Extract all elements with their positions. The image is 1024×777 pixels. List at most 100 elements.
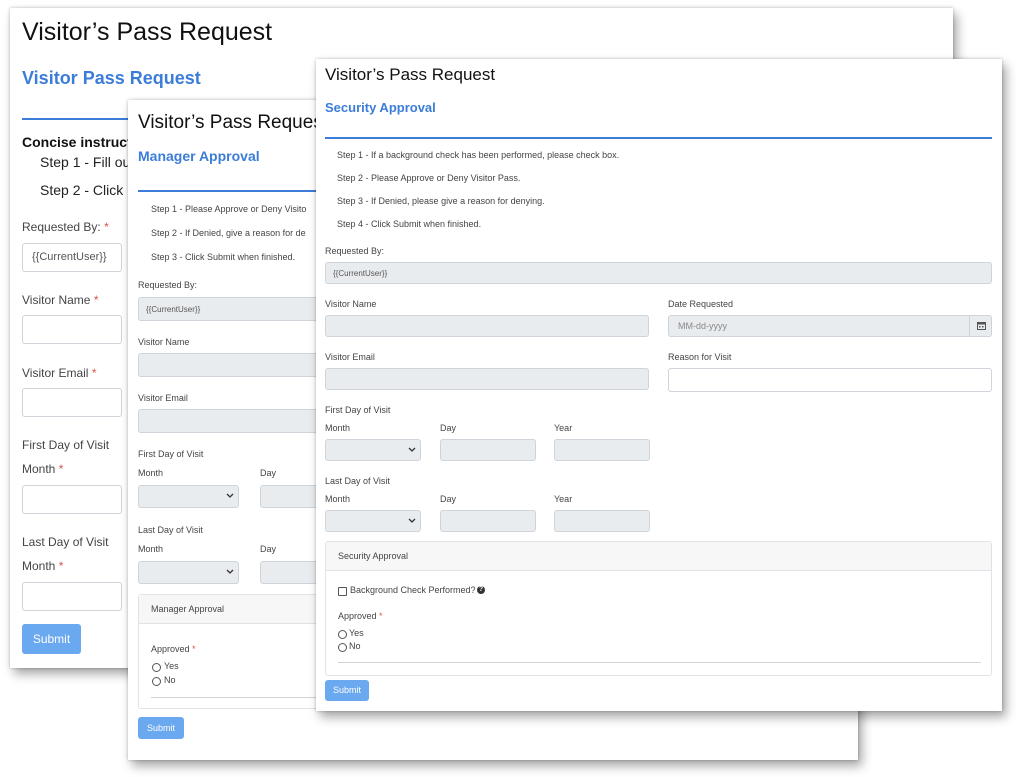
approved-yes-label: Yes (164, 661, 179, 671)
required-marker: * (93, 293, 99, 307)
page-title: Visitor’s Pass Request (325, 65, 496, 84)
last-month-label: Month (138, 544, 164, 554)
first-month-label: Month (138, 468, 164, 478)
approved-no-radio[interactable] (338, 643, 347, 652)
first-month-label: Month * (22, 462, 64, 476)
instruction-step-3: Step 3 - Click Submit when finished. (151, 252, 296, 262)
last-year-input[interactable] (554, 510, 650, 532)
panel-header (326, 542, 991, 571)
instruction-step-1: Step 1 - If a background check has been … (337, 150, 620, 160)
last-day-input[interactable] (440, 510, 536, 532)
visitor-email-input[interactable] (22, 388, 122, 417)
requested-by-value: {{CurrentUser}} (333, 269, 388, 278)
visitor-email-label: Visitor Email * (22, 366, 97, 380)
requested-by-value: {{CurrentUser}} (32, 251, 107, 263)
first-day-label: First Day of Visit (325, 405, 391, 415)
approved-no-label: No (349, 641, 361, 651)
required-marker: * (58, 462, 64, 476)
approved-label: Approved * (338, 611, 383, 621)
approved-label: Approved * (151, 644, 196, 654)
reason-for-visit-label: Reason for Visit (668, 352, 732, 362)
first-day-input[interactable] (260, 485, 320, 508)
required-marker: * (91, 366, 97, 380)
visitor-name-label: Visitor Name * (22, 293, 99, 307)
instruction-step-3: Step 3 - If Denied, please give a reason… (337, 196, 545, 206)
approved-yes-label: Yes (349, 628, 364, 638)
chevron-down-icon (226, 569, 234, 574)
first-year-input[interactable] (554, 439, 650, 461)
subtitle-divider (325, 137, 992, 139)
panel-divider (151, 697, 339, 698)
instruction-step-2: Step 2 - Click (40, 182, 124, 198)
last-year-label: Year (554, 494, 573, 504)
visitor-email-input[interactable] (325, 368, 649, 390)
instruction-step-2: Step 2 - Please Approve or Deny Visitor … (337, 173, 521, 183)
instructions-heading: Concise instructi (22, 134, 136, 150)
last-day-label: Last Day of Visit (138, 525, 203, 535)
last-day-of-month-label: Day (440, 494, 457, 504)
panel-title: Manager Approval (151, 604, 225, 614)
first-day-of-month-label: Day (440, 423, 457, 433)
page-title: Visitor’s Pass Reques (138, 112, 323, 133)
visitor-name-input[interactable] (138, 353, 318, 377)
security-approval-form: Visitor’s Pass Request Security Approval… (316, 59, 1002, 711)
required-marker: * (58, 559, 64, 573)
first-month-select[interactable] (325, 439, 421, 461)
required-marker: * (192, 644, 196, 654)
requested-by-label: Requested By: (138, 280, 198, 290)
date-requested-placeholder: MM-dd-yyyy (678, 321, 727, 331)
required-marker: * (379, 611, 383, 621)
visitor-name-input[interactable] (325, 315, 649, 337)
instruction-step-1: Step 1 - Fill ou (40, 154, 131, 170)
first-day-label: First Day of Visit (138, 449, 204, 459)
last-day-of-month-label: Day (260, 544, 277, 554)
requested-by-input[interactable] (325, 262, 992, 284)
security-approval-panel: Security Approval Background Check Perfo… (325, 541, 992, 676)
background-check-checkbox[interactable] (338, 587, 347, 596)
calendar-button[interactable] (969, 315, 992, 337)
first-month-select[interactable] (138, 485, 239, 508)
help-icon[interactable]: ? (477, 586, 485, 594)
form-subtitle: Manager Approval (138, 148, 260, 164)
last-day-label: Last Day of Visit (22, 535, 109, 549)
approved-yes-radio[interactable] (152, 663, 161, 672)
first-month-select[interactable] (22, 485, 122, 514)
visitor-email-label: Visitor Email (138, 393, 188, 403)
chevron-down-icon (408, 447, 416, 452)
first-day-input[interactable] (440, 439, 536, 461)
calendar-icon (977, 322, 986, 330)
last-month-label: Month * (22, 559, 64, 573)
visitor-name-label: Visitor Name (138, 337, 190, 347)
last-month-select[interactable] (325, 510, 421, 532)
submit-button[interactable]: Submit (138, 717, 184, 739)
requested-by-value: {{CurrentUser}} (146, 305, 201, 314)
first-year-label: Year (554, 423, 573, 433)
submit-button[interactable]: Submit (325, 680, 369, 701)
last-day-label: Last Day of Visit (325, 476, 390, 486)
instruction-step-2: Step 2 - If Denied, give a reason for de (151, 228, 306, 238)
visitor-name-input[interactable] (22, 315, 122, 344)
required-marker: * (104, 220, 109, 234)
last-month-select[interactable] (138, 561, 239, 584)
chevron-down-icon (226, 493, 234, 498)
requested-by-label: Requested By: * (22, 220, 109, 234)
subtitle-divider (22, 118, 132, 120)
background-check-label: Background Check Performed? (350, 585, 476, 595)
panel-divider (338, 662, 981, 663)
last-month-select[interactable] (22, 582, 122, 611)
form-subtitle: Visitor Pass Request (22, 68, 201, 88)
last-month-label: Month (325, 494, 351, 504)
chevron-down-icon (408, 518, 416, 523)
visitor-email-input[interactable] (138, 409, 318, 433)
reason-for-visit-input[interactable] (668, 368, 992, 392)
visitor-name-label: Visitor Name (325, 299, 377, 309)
last-day-input[interactable] (260, 561, 320, 584)
approved-no-radio[interactable] (152, 677, 161, 686)
visitor-email-label: Visitor Email (325, 352, 375, 362)
date-requested-label: Date Requested (668, 299, 734, 309)
page-title: Visitor’s Pass Request (22, 18, 273, 46)
submit-button[interactable]: Submit (22, 624, 81, 654)
panel-title: Security Approval (338, 551, 409, 561)
instruction-step-1: Step 1 - Please Approve or Deny Visito (151, 204, 307, 214)
approved-yes-radio[interactable] (338, 630, 347, 639)
